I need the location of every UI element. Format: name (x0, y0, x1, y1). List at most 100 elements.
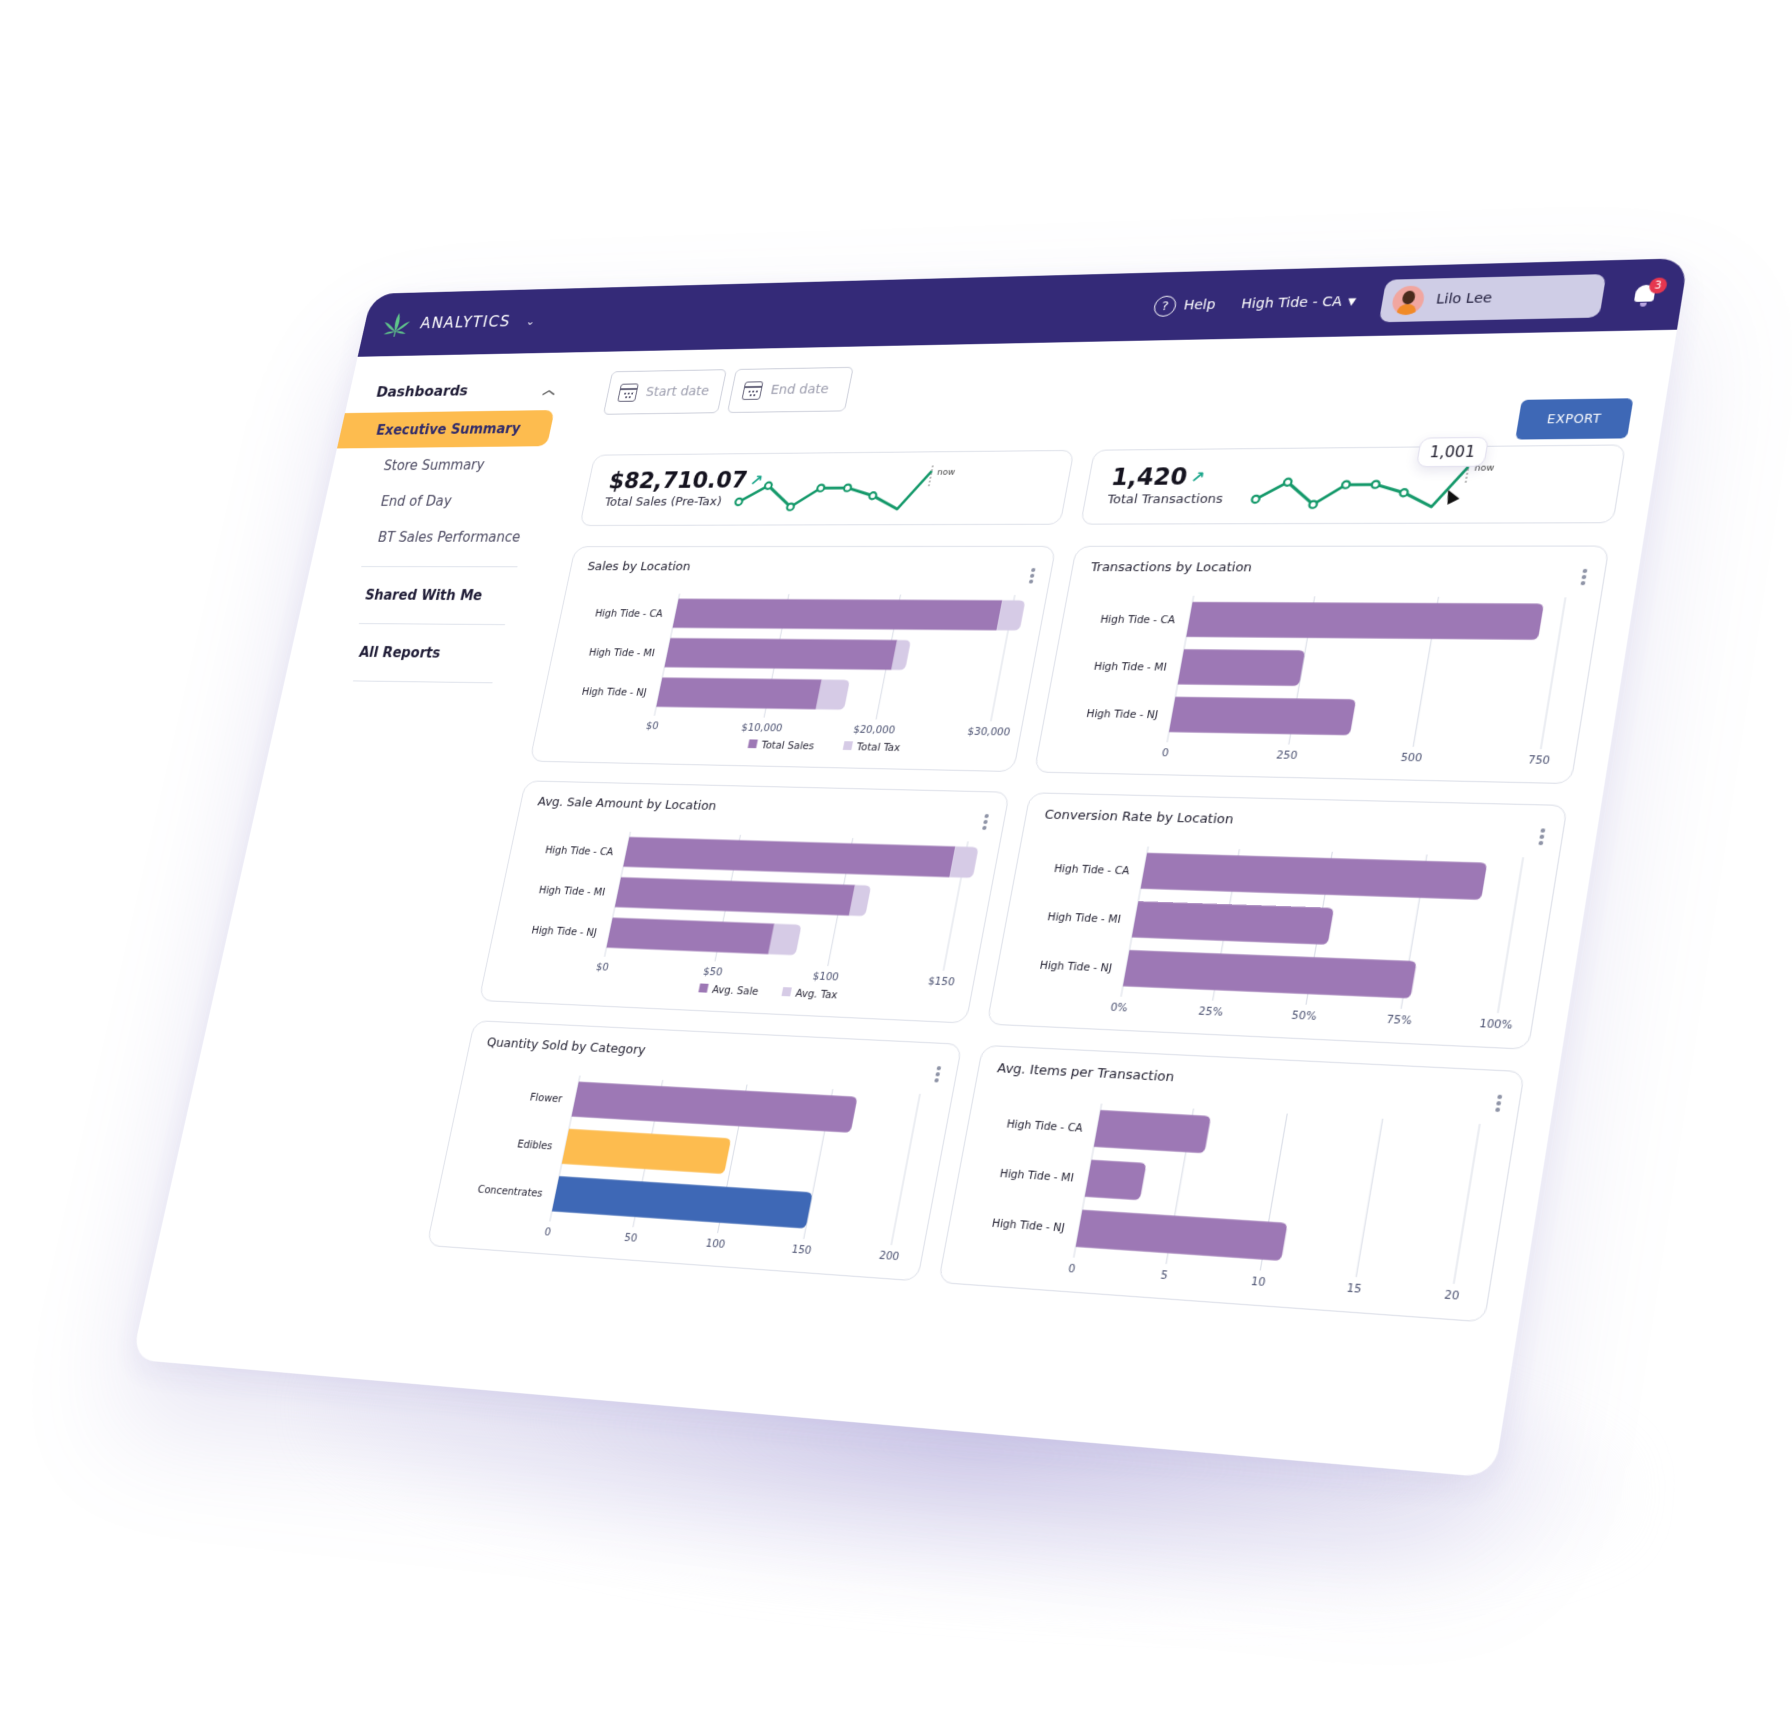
kpi-total-sales: $82,710.07 ↗ Total Sales (Pre-Tax) now (579, 449, 1075, 526)
x-tick-label: $30,000 (966, 726, 1011, 739)
legend-label: Total Sales (759, 739, 815, 752)
bar-conversion-rate (1122, 950, 1417, 999)
section-title: Dashboards (374, 381, 470, 400)
notification-badge: 3 (1648, 277, 1669, 294)
bar-transactions (1177, 649, 1306, 686)
category-label: High Tide - CA (594, 608, 664, 620)
category-label: High Tide - MI (538, 885, 606, 899)
category-label: High Tide - NJ (1039, 959, 1113, 974)
cannabis-leaf-logo-icon (382, 313, 411, 337)
gridline (891, 1094, 920, 1245)
bar-chart-avg-items-per-transaction: 0 5 10 15 20 High Tide - CA High Tide - MI High… (991, 1092, 1496, 1303)
sidebar-item-store-summary[interactable]: Store Summary (329, 446, 570, 484)
legend-swatch (698, 983, 709, 993)
legend-swatch (781, 987, 792, 997)
bar-avg-sale (606, 917, 775, 955)
x-tick-label: $150 (927, 975, 956, 988)
start-date-input[interactable]: Start date (602, 369, 727, 415)
user-menu[interactable]: Lilo Lee (1378, 274, 1607, 323)
kpi-row: $82,710.07 ↗ Total Sales (Pre-Tax) now 1… (579, 436, 1627, 526)
x-tick-label: $0 (645, 720, 660, 732)
category-label: Edibles (516, 1138, 553, 1152)
sparkline-point (1371, 481, 1380, 488)
trend-up-arrow-icon: ↗ (1189, 467, 1207, 486)
sidebar-link-shared-with-me[interactable]: Shared With Me (300, 578, 541, 614)
sparkline-total-transactions[interactable]: now (1253, 460, 1512, 513)
category-label: High Tide - CA (544, 844, 614, 858)
chart-area: 0 5 10 15 20 High Tide - CA High Tide - MI High… (959, 1092, 1496, 1309)
category-label: High Tide - NJ (581, 686, 648, 698)
x-tick-label: 100% (1478, 1017, 1513, 1031)
gridline (1454, 1124, 1480, 1284)
bar-total-sales (672, 598, 1003, 631)
sidebar-item-executive-summary[interactable]: Executive Summary (336, 410, 555, 449)
legend-swatch (842, 741, 854, 751)
x-tick-label: 75% (1385, 1013, 1413, 1027)
x-tick-label: 10 (1250, 1275, 1267, 1289)
now-marker (928, 465, 932, 488)
sidebar-item-end-of-day[interactable]: End of Day (321, 482, 562, 519)
x-tick-label: 0 (543, 1226, 552, 1239)
legend-label: Avg. Tax (794, 988, 838, 1002)
sparkline-total-sales[interactable]: now (736, 465, 971, 515)
x-tick-label: 0% (1109, 1001, 1129, 1014)
sparkline-point (1400, 489, 1409, 496)
category-label: High Tide - MI (1046, 911, 1121, 926)
x-tick-label: $10,000 (740, 722, 783, 734)
help-button[interactable]: ? Help (1152, 295, 1217, 317)
gridline (1498, 857, 1523, 1013)
store-selector[interactable]: High Tide - CA ▼ (1240, 294, 1357, 312)
legend-swatch (747, 739, 758, 749)
chevron-up-icon: ︿ (541, 382, 558, 397)
dashboards-section-toggle[interactable]: Dashboards ︿ (348, 379, 584, 401)
question-circle-icon: ? (1152, 295, 1178, 317)
chart-card-conversion-rate: Conversion Rate by Location 0% 25% 50% 75% 1… (986, 792, 1568, 1050)
legend-label: Total Tax (855, 741, 902, 754)
bar-avg-sale (614, 877, 856, 916)
bar-chart-avg-sale-amount: $0 $50 $100 $150 High Tide - CA High Tide - M… (530, 823, 979, 1002)
chart-card-avg-sale-amount: Avg. Sale Amount by Location $0 $50 $100 $1… (478, 780, 1011, 1024)
calendar-icon (617, 383, 639, 402)
end-date-input[interactable]: End date (726, 366, 854, 414)
sparkline-point (786, 503, 794, 510)
legend-label: Avg. Sale (711, 984, 760, 998)
sparkline-point (844, 484, 852, 491)
chart-title: Conversion Rate by Location (1043, 807, 1235, 828)
user-name: Lilo Lee (1434, 290, 1494, 308)
main-panel: Start date End date EXPORT $82,710.07 ↗ (370, 330, 1677, 1478)
bar-conversion-rate (1140, 852, 1488, 900)
category-label: High Tide - MI (999, 1168, 1075, 1185)
x-tick-label: $0 (595, 961, 610, 973)
x-tick-label: 25% (1197, 1005, 1224, 1019)
sparkline-tooltip: 1,001 (1415, 436, 1490, 468)
sparkline-point (1251, 496, 1260, 503)
export-button[interactable]: EXPORT (1515, 398, 1634, 440)
bar-conversion-rate (1131, 901, 1335, 945)
x-tick-label: 100 (705, 1237, 727, 1251)
category-label: High Tide - CA (1099, 614, 1176, 626)
category-label: High Tide - NJ (530, 925, 597, 939)
x-tick-label: 250 (1275, 749, 1298, 762)
notifications-button[interactable]: 3 (1629, 277, 1669, 308)
sparkline-point (764, 482, 772, 489)
now-label: now (936, 468, 956, 478)
gridline (1541, 597, 1566, 749)
x-tick-label: $20,000 (852, 724, 896, 737)
avatar (1390, 285, 1427, 316)
bar-chart-transactions-by-location: 0 250 500 750 High Tide - CA High Tide - MI Hi… (1085, 590, 1582, 767)
bar-avg-items (1084, 1159, 1147, 1201)
sidebar-link-all-reports[interactable]: All Reports (287, 634, 529, 671)
bar-quantity (551, 1176, 813, 1229)
x-tick-label: $50 (702, 966, 723, 979)
bar-chart-conversion-rate: 0% 25% 50% 75% 100% High Tide - CA High Tide -… (1039, 837, 1539, 1032)
bar-avg-sale (623, 836, 956, 878)
stage: ANALYTICS ⌄ ? Help High Tide - CA ▼ Lilo… (0, 0, 1792, 1732)
app-switcher[interactable]: ANALYTICS ⌄ (380, 308, 537, 338)
divider (358, 623, 506, 626)
chart-area: $0 $10,000 $20,000 $30,000 High Tide - CA Hig… (548, 588, 1029, 761)
sidebar-item-bt-sales-performance[interactable]: BT Sales Performance (313, 519, 554, 556)
category-label: Flower (529, 1092, 564, 1106)
category-label: High Tide - CA (1053, 863, 1131, 878)
bar-transactions (1168, 696, 1357, 736)
store-selected-label: High Tide - CA (1239, 294, 1344, 313)
